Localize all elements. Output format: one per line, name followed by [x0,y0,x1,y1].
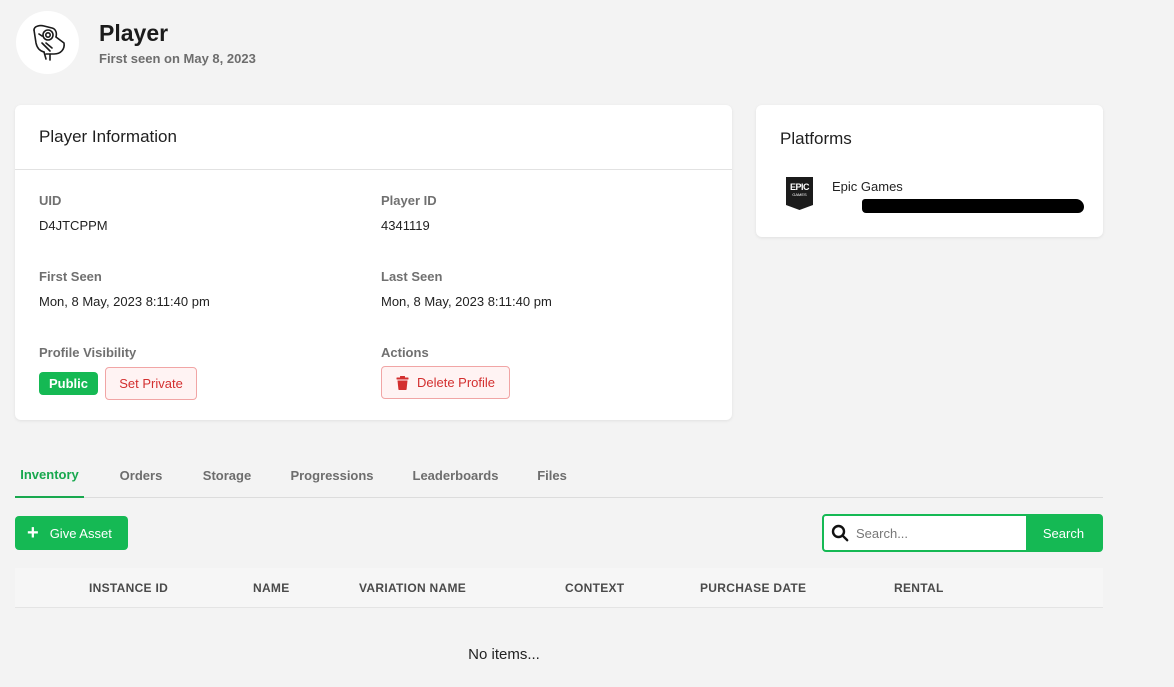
player-id-value: 4341119 [381,218,430,233]
first-seen-field: First Seen Mon, 8 May, 2023 8:11:40 pm [39,269,210,309]
column-purchase-date[interactable]: PURCHASE DATE [700,568,806,608]
give-asset-label: Give Asset [49,525,112,541]
page-title: Player [99,20,169,46]
actions-field: Actions Delete Profile [381,345,510,399]
actions-label: Actions [381,345,429,360]
last-seen-label: Last Seen [381,269,443,284]
search-icon [824,516,856,550]
card-title: Player Information [39,127,177,146]
tab-files[interactable]: Files [533,452,571,498]
uid-label: UID [39,193,62,208]
toucan-icon [32,24,65,61]
redacted-account-id [862,199,1084,213]
player-information-card: Player Information UID D4JTCPPM Player I… [15,105,732,420]
profile-visibility-field: Profile Visibility Public Set Private [39,345,198,400]
tab-bar: Inventory Orders Storage Progressions Le… [15,452,1103,498]
player-id-field: Player ID 4341119 [381,193,437,233]
column-context[interactable]: CONTEXT [565,568,624,608]
tab-orders[interactable]: Orders [113,452,169,498]
player-id-label: Player ID [381,193,437,208]
page-subtitle: First seen on May 8, 2023 [99,51,256,66]
uid-field: UID D4JTCPPM [39,193,108,233]
public-status-badge: Public [39,372,99,395]
first-seen-value: Mon, 8 May, 2023 8:11:40 pm [39,294,210,309]
platforms-title: Platforms [780,129,852,148]
search-bar: Search [822,514,1103,552]
trash-icon [396,375,409,390]
search-button[interactable]: Search [1026,516,1101,550]
last-seen-field: Last Seen Mon, 8 May, 2023 8:11:40 pm [381,269,552,309]
tab-leaderboards[interactable]: Leaderboards [408,452,503,498]
avatar [16,11,79,74]
tab-progressions[interactable]: Progressions [287,452,377,498]
uid-value: D4JTCPPM [39,218,108,233]
inventory-table-header: INSTANCE ID NAME VARIATION NAME CONTEXT … [15,568,1103,608]
plus-icon: + [27,522,39,544]
empty-table-message: No items... [468,646,540,663]
delete-profile-label: Delete Profile [416,375,496,390]
column-name[interactable]: NAME [253,568,290,608]
first-seen-label: First Seen [39,269,102,284]
page-header: Player First seen on May 8, 2023 [16,11,256,74]
give-asset-button[interactable]: + Give Asset [15,516,128,550]
column-variation-name[interactable]: VARIATION NAME [359,568,466,608]
profile-visibility-label: Profile Visibility [39,345,137,360]
epic-games-logo: EPIC GAMES [786,177,813,210]
platform-item: EPIC GAMES Epic Games [786,177,1084,213]
last-seen-value: Mon, 8 May, 2023 8:11:40 pm [381,294,552,309]
tab-inventory[interactable]: Inventory [15,452,84,498]
column-instance-id[interactable]: INSTANCE ID [89,568,168,608]
platforms-card: Platforms EPIC GAMES Epic Games [756,105,1103,237]
column-rental[interactable]: RENTAL [894,568,944,608]
search-input[interactable] [856,516,1026,550]
tab-storage[interactable]: Storage [197,452,257,498]
card-header: Player Information [15,105,732,170]
set-private-button[interactable]: Set Private [105,367,198,400]
delete-profile-button[interactable]: Delete Profile [381,366,510,399]
